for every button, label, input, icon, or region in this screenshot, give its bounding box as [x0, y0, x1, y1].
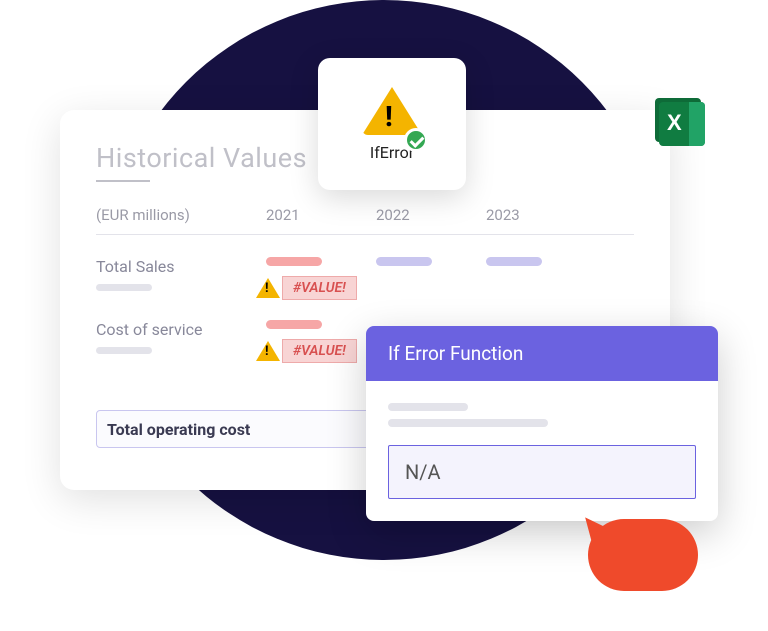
title-underline [96, 180, 150, 182]
cell-sales-2023 [486, 257, 596, 266]
units-label: (EUR millions) [96, 206, 266, 224]
value-placeholder [376, 257, 432, 266]
checkmark-icon [404, 128, 428, 152]
year-2022: 2022 [376, 206, 486, 224]
excel-icon [659, 102, 705, 146]
error-text: #VALUE! [282, 339, 357, 363]
value-placeholder-error [266, 257, 322, 266]
year-2021: 2021 [266, 206, 376, 224]
warning-icon [256, 278, 280, 298]
warning-icon [256, 341, 280, 361]
year-2023: 2023 [486, 206, 596, 224]
row-label-sales-text: Total Sales [96, 257, 175, 276]
total-label: Total operating cost [107, 420, 250, 439]
error-badge: #VALUE! [256, 339, 376, 363]
iferror-badge-card: IfError [318, 58, 466, 190]
row-label-cost: Cost of service [96, 320, 266, 354]
cell-sales-2021: #VALUE! [266, 257, 376, 300]
placeholder-bar [388, 419, 548, 427]
iferror-value-input[interactable]: N/A [388, 445, 696, 499]
value-placeholder [486, 257, 542, 266]
error-badge: #VALUE! [256, 276, 376, 300]
error-text: #VALUE! [282, 276, 357, 300]
excel-app-icon [656, 100, 708, 148]
cell-cost-2021: #VALUE! [266, 320, 376, 363]
row-total-sales: Total Sales #VALUE! [96, 257, 634, 300]
cell-sales-2022 [376, 257, 486, 266]
panel-body: N/A [366, 381, 718, 521]
decorative-blob [588, 519, 698, 591]
panel-title: If Error Function [366, 326, 718, 381]
placeholder-bar [388, 403, 468, 411]
placeholder-bar [96, 347, 152, 354]
row-label-cost-text: Cost of service [96, 320, 202, 339]
placeholder-bar [96, 284, 152, 291]
value-placeholder-error [266, 320, 322, 329]
if-error-function-panel: If Error Function N/A [366, 326, 718, 521]
header-row: (EUR millions) 2021 2022 2023 [96, 206, 634, 235]
row-label-sales: Total Sales [96, 257, 266, 291]
